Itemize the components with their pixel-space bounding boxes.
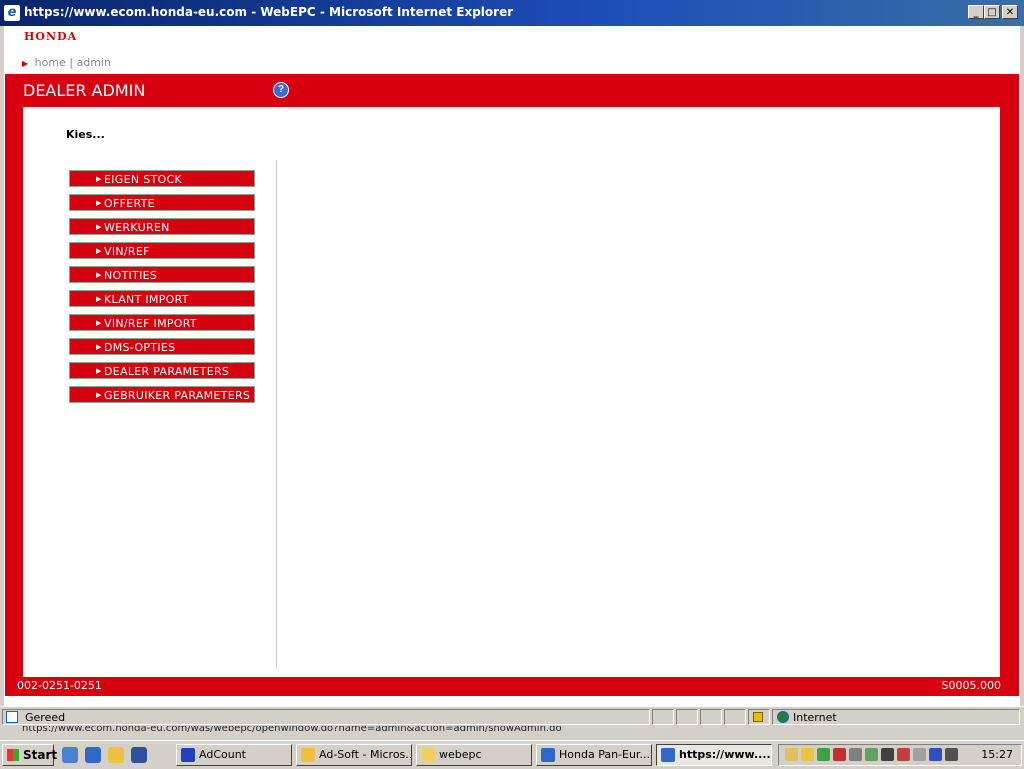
status-bar: Gereed Internet [0, 706, 1024, 727]
network-icon[interactable] [865, 748, 878, 761]
menu-item-notities[interactable]: ▶ NOTITIES [69, 266, 255, 283]
arrow-right-icon: ▶ [96, 295, 102, 303]
status-cell [700, 709, 722, 725]
outlook-icon [301, 748, 315, 762]
clock-tray-icon[interactable] [801, 748, 814, 761]
background-status-url: https://www.ecom.honda-eu.com/was/webepc… [0, 726, 1024, 736]
admin-panel: DEALER ADMIN ? Kies... ▶ EIGEN STOCK ▶ OFF… [5, 74, 1019, 696]
arrow-right-icon: ▶ [96, 199, 102, 207]
menu-item-dealer-parameters[interactable]: ▶ DEALER PARAMETERS [69, 362, 255, 379]
status-cell [652, 709, 674, 725]
security-zone[interactable]: Internet [772, 709, 1020, 725]
choose-prompt: Kies... [66, 128, 105, 141]
settings-icon[interactable] [849, 748, 862, 761]
menu-item-gebruiker-parameters[interactable]: ▶ GEBRUIKER PARAMETERS [69, 386, 255, 403]
calculator-icon[interactable] [945, 748, 958, 761]
printer-icon[interactable] [881, 748, 894, 761]
task-label: Ad-Soft - Micros... [319, 748, 412, 761]
taskbar: Start AdCount Ad-Soft - Micros... webepc… [0, 740, 1024, 769]
home-link[interactable]: home [35, 56, 66, 69]
task-adcount[interactable]: AdCount [176, 744, 292, 766]
honda-logo: HONDA [24, 30, 78, 43]
folder-icon [421, 748, 435, 762]
menu-item-vin-ref[interactable]: ▶ VIN/REF [69, 242, 255, 259]
task-label: webepc [439, 748, 482, 761]
system-tray: 15:27 [778, 744, 1022, 766]
arrow-right-icon: ▶ [96, 175, 102, 183]
admin-link[interactable]: admin [77, 56, 111, 69]
arrow-right-icon: ▶ [96, 271, 102, 279]
menu-item-offerte[interactable]: ▶ OFFERTE [69, 194, 255, 211]
utility-icon[interactable] [897, 748, 910, 761]
g-icon[interactable] [929, 748, 942, 761]
top-navigation: ▶ home | admin [22, 56, 111, 69]
media-player-icon[interactable] [131, 747, 147, 763]
ie-icon: e [4, 5, 20, 21]
chrome-icon[interactable] [817, 748, 830, 761]
footer-dealer-code: 002-0251-0251 [17, 679, 102, 692]
volume-icon[interactable] [913, 748, 926, 761]
adcount-icon [181, 748, 195, 762]
menu-item-dms-opties[interactable]: ▶ DMS-OPTIES [69, 338, 255, 355]
status-main: Gereed [2, 709, 650, 725]
nav-separator: | [69, 56, 74, 69]
ie-icon [661, 748, 675, 762]
admin-menu: ▶ EIGEN STOCK ▶ OFFERTE ▶ WERKUREN ▶ VIN/REF… [69, 170, 255, 410]
minimize-button[interactable]: _ [968, 5, 984, 19]
task-ad-soft[interactable]: Ad-Soft - Micros... [296, 744, 412, 766]
globe-icon [777, 711, 789, 723]
footer-version: S0005.000 [941, 679, 1001, 692]
page-title: DEALER ADMIN [23, 81, 146, 100]
task-webepc-folder[interactable]: webepc [416, 744, 532, 766]
outlook-icon[interactable] [108, 747, 124, 763]
clock: 15:27 [981, 748, 1013, 761]
vertical-divider [276, 160, 277, 669]
arrow-right-icon: ▶ [96, 391, 102, 399]
window-title: https://www.ecom.honda-eu.com - WebEPC -… [24, 5, 514, 19]
status-text: Gereed [25, 711, 66, 724]
status-cell [676, 709, 698, 725]
menu-item-werkuren[interactable]: ▶ WERKUREN [69, 218, 255, 235]
task-label: Honda Pan-Eur... [559, 748, 650, 761]
task-label: AdCount [199, 748, 246, 761]
ie-icon [541, 748, 555, 762]
help-icon[interactable]: ? [273, 82, 289, 98]
start-label: Start [23, 748, 58, 762]
maximize-button[interactable]: □ [984, 5, 1000, 19]
close-button[interactable]: ✕ [1002, 5, 1018, 19]
task-label: https://www.... [679, 748, 771, 761]
menu-item-klant-import[interactable]: ▶ KLANT IMPORT [69, 290, 255, 307]
ie-quicklaunch-icon[interactable] [85, 747, 101, 763]
start-button[interactable]: Start [2, 744, 58, 766]
content-area: Kies... ▶ EIGEN STOCK ▶ OFFERTE ▶ WERKUREN … [23, 107, 1000, 677]
desktop-icon[interactable] [62, 747, 78, 763]
page-icon [6, 711, 18, 723]
nav-arrow-icon: ▶ [22, 59, 29, 68]
menu-item-eigen-stock[interactable]: ▶ EIGEN STOCK [69, 170, 255, 187]
window-titlebar: e https://www.ecom.honda-eu.com - WebEPC… [0, 0, 1024, 26]
arrow-right-icon: ▶ [96, 343, 102, 351]
status-url-text: https://www.ecom.honda-eu.com/was/webepc… [22, 726, 562, 734]
arrow-right-icon: ▶ [96, 247, 102, 255]
mail-icon[interactable] [785, 748, 798, 761]
zone-label: Internet [793, 711, 837, 724]
security-lock[interactable] [748, 709, 770, 725]
windows-logo-icon [7, 749, 19, 761]
task-honda-pan-eur[interactable]: Honda Pan-Eur... [536, 744, 652, 766]
lock-icon [753, 712, 763, 722]
antivirus-icon[interactable] [833, 748, 846, 761]
browser-page: HONDA ▶ home | admin DEALER ADMIN ? Kies… [4, 26, 1020, 706]
menu-item-vin-ref-import[interactable]: ▶ VIN/REF IMPORT [69, 314, 255, 331]
arrow-right-icon: ▶ [96, 319, 102, 327]
arrow-right-icon: ▶ [96, 223, 102, 231]
task-https-active[interactable]: https://www.... [656, 744, 772, 766]
status-cell [724, 709, 746, 725]
arrow-right-icon: ▶ [96, 367, 102, 375]
